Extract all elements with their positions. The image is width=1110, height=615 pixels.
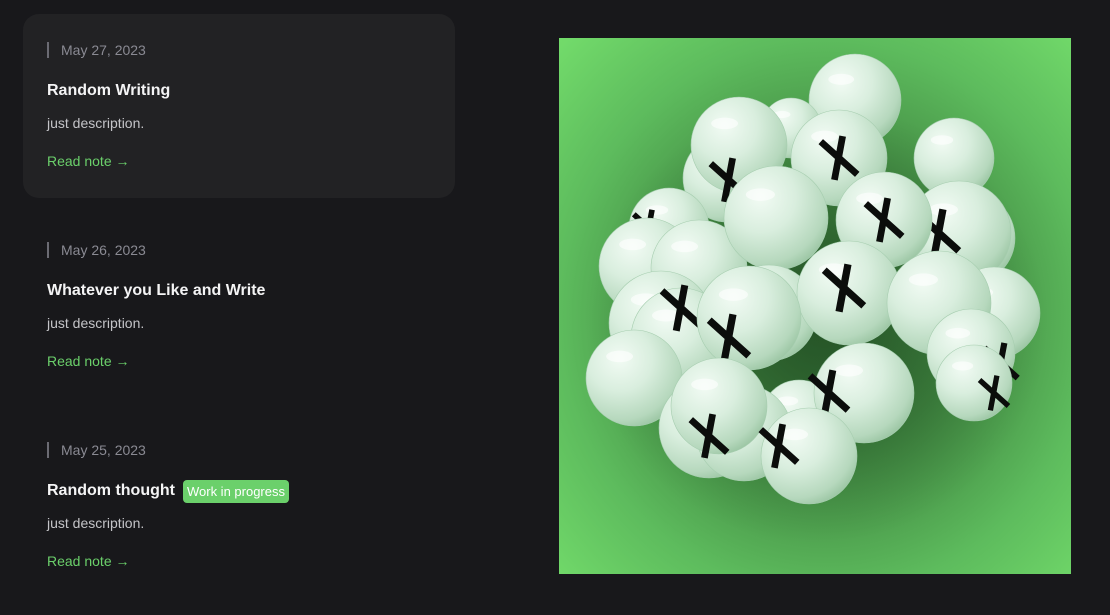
note-date: May 25, 2023 [47,441,431,459]
note-date-text: May 26, 2023 [61,242,146,258]
date-divider [47,42,49,58]
note-title: Whatever you Like and Write [47,282,266,299]
note-date-text: May 25, 2023 [61,442,146,458]
read-note-link[interactable]: Read note → [47,151,130,171]
note-card[interactable]: May 25, 2023 Random thought Work in prog… [23,414,455,598]
note-title: Random thought [47,482,175,499]
work-in-progress-badge: Work in progress [182,479,289,503]
note-description: just description. [47,115,145,131]
note-title-row: Random thought Work in progress [47,479,431,503]
page: May 27, 2023 Random Writing just descrip… [0,0,1110,615]
sphere [696,265,802,371]
note-date: May 26, 2023 [47,241,431,259]
sphere [723,165,829,271]
note-date-text: May 27, 2023 [61,42,146,58]
note-description: just description. [47,515,145,531]
note-title-row: Random Writing [47,79,431,103]
sphere [796,240,902,346]
note-title: Random Writing [47,82,171,99]
note-date: May 27, 2023 [47,41,431,59]
read-note-link[interactable]: Read note → [47,351,130,371]
sphere [758,407,858,505]
date-divider [47,442,49,458]
cross-spheres-illustration [559,38,1071,574]
note-title-row: Whatever you Like and Write [47,279,431,303]
notes-list: May 27, 2023 Random Writing just descrip… [23,14,455,614]
read-note-link[interactable]: Read note → [47,551,130,571]
note-description: just description. [47,315,145,331]
note-card[interactable]: May 27, 2023 Random Writing just descrip… [23,14,455,198]
note-card[interactable]: May 26, 2023 Whatever you Like and Write… [23,214,455,398]
cross-spheres-icon [585,53,1047,543]
date-divider [47,242,49,258]
sphere [935,344,1013,422]
